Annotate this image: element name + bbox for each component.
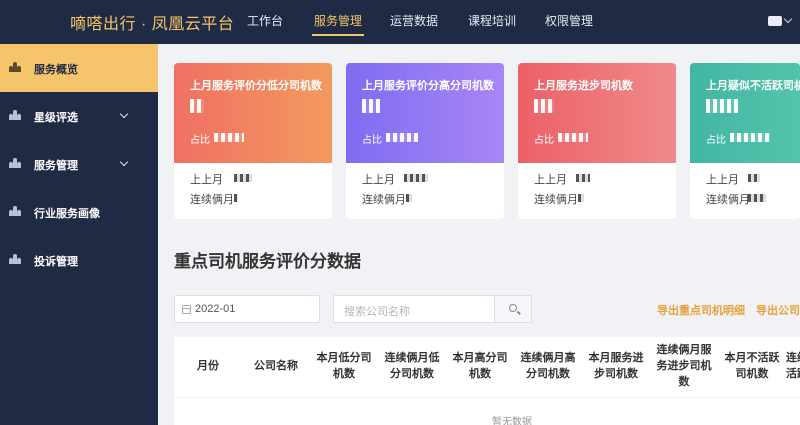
card-header: 上月服务评价分低分司机数 占比 (174, 63, 332, 163)
obscured-ratio (558, 133, 588, 142)
obscured-ratio (730, 133, 770, 142)
column-header: 本月高分司 机数 (452, 352, 508, 380)
prev-month-label: 上上月 (534, 174, 567, 186)
sidebar-item-label: 服务概览 (34, 64, 78, 76)
obscured-value (406, 194, 412, 202)
column-header: 连续俩月服 务进步司机 数 (656, 344, 712, 388)
sidebar-item-industry-portrait[interactable]: 行业服务画像 (0, 188, 158, 236)
search-placeholder: 搜索公司名称 (344, 306, 410, 318)
empty-state-text: 暂无数据 (492, 417, 532, 425)
ratio-label: 占比 (534, 135, 554, 146)
column-header: 本月低分司 机数 (316, 352, 372, 380)
stat-card-low-score: 上月服务评价分低分司机数 占比 上上月 连续俩月 (174, 63, 332, 219)
obscured-value (706, 99, 738, 113)
prev-month-label: 上上月 (362, 174, 395, 186)
ratio-label: 占比 (706, 135, 726, 146)
ratio-label: 占比 (190, 135, 210, 146)
nav-course-training[interactable]: 课程培训 (468, 0, 516, 44)
table-divider (174, 397, 800, 398)
sidebar: 服务概览 星级评选 服务管理 行业服务画像 投诉管理 (0, 44, 158, 425)
card-footer: 上上月 连续俩月 (174, 163, 332, 219)
column-header: 连续俩月低 分司机数 (384, 352, 440, 380)
consecutive-label: 连续俩月 (362, 194, 406, 206)
obscured-value (234, 174, 252, 182)
column-header: 本月服务进 步司机数 (588, 352, 644, 380)
obscured-value (234, 194, 238, 202)
search-icon (509, 304, 517, 312)
company-search-input[interactable]: 搜索公司名称 (333, 295, 495, 323)
column-header: 公司名称 (254, 360, 298, 373)
nav-workbench[interactable]: 工作台 (247, 0, 283, 44)
calendar-icon (182, 305, 191, 314)
users-icon (9, 206, 21, 216)
sidebar-item-service-management[interactable]: 服务管理 (0, 140, 158, 188)
obscured-value (748, 194, 766, 202)
obscured-value (404, 174, 428, 182)
card-title: 上月服务评价分高分司机数 (362, 80, 494, 92)
obscured-value (362, 99, 380, 113)
consecutive-label: 连续俩月 (706, 194, 750, 206)
column-header: 连续俩月高 分司机数 (520, 352, 576, 380)
export-company-stats-link[interactable]: 导出公司统计 (756, 302, 800, 318)
nav-operations-data[interactable]: 运营数据 (390, 0, 438, 44)
users-icon (9, 110, 21, 120)
consecutive-label: 连续俩月 (190, 194, 234, 206)
card-header: 上月服务评价分高分司机数 占比 (346, 63, 504, 163)
chevron-down-icon[interactable] (783, 14, 793, 24)
column-header: 连续 活跃 (786, 352, 800, 380)
card-title: 上月服务进步司机数 (534, 80, 633, 92)
users-icon (9, 158, 21, 168)
card-header: 上月疑似不活跃司机数 占比 (690, 63, 800, 163)
section-title: 重点司机服务评价分数据 (174, 252, 361, 271)
obscured-value (576, 174, 590, 182)
ratio-label: 占比 (362, 135, 382, 146)
obscured-value (534, 99, 554, 113)
prev-month-label: 上上月 (706, 174, 739, 186)
sidebar-item-label: 星级评选 (34, 112, 78, 124)
obscured-value (578, 194, 584, 202)
consecutive-label: 连续俩月 (534, 194, 578, 206)
top-navigation-bar: 嘀嗒出行 · 凤凰云平台 工作台 服务管理 运营数据 课程培训 权限管理 (0, 0, 800, 44)
prev-month-label: 上上月 (190, 174, 223, 186)
sidebar-item-label: 服务管理 (34, 160, 78, 172)
card-header: 上月服务进步司机数 占比 (518, 63, 676, 163)
card-footer: 上上月 连续俩月 (346, 163, 504, 219)
column-header: 月份 (197, 360, 219, 373)
nav-permission-management[interactable]: 权限管理 (545, 0, 593, 44)
stat-card-high-score: 上月服务评价分高分司机数 占比 上上月 连续俩月 (346, 63, 504, 219)
month-picker[interactable]: 2022-01 (174, 295, 320, 323)
sidebar-item-star-selection[interactable]: 星级评选 (0, 92, 158, 140)
sidebar-item-label: 投诉管理 (34, 256, 78, 268)
card-footer: 上上月 连续俩月 (518, 163, 676, 219)
user-avatar[interactable] (768, 16, 782, 26)
chevron-down-icon[interactable] (119, 109, 129, 119)
month-picker-value: 2022-01 (195, 303, 236, 315)
driver-score-table: 月份 公司名称 本月低分司 机数 连续俩月低 分司机数 本月高分司 机数 连续俩… (174, 337, 800, 425)
obscured-value (748, 174, 760, 182)
chevron-down-icon[interactable] (119, 157, 129, 167)
users-icon (9, 62, 21, 72)
users-icon (9, 254, 21, 264)
obscured-ratio (214, 133, 244, 142)
card-title: 上月服务评价分低分司机数 (190, 80, 322, 92)
stat-card-improved: 上月服务进步司机数 占比 上上月 连续俩月 (518, 63, 676, 219)
sidebar-item-service-overview[interactable]: 服务概览 (0, 44, 158, 92)
obscured-ratio (386, 133, 418, 142)
card-footer: 上上月 连续俩月 (690, 163, 800, 219)
sidebar-item-label: 行业服务画像 (34, 208, 100, 220)
column-header: 本月不活跃 司机数 (724, 352, 780, 380)
export-driver-details-link[interactable]: 导出重点司机明细 (657, 302, 745, 318)
sidebar-item-complaint-management[interactable]: 投诉管理 (0, 236, 158, 284)
stat-card-inactive: 上月疑似不活跃司机数 占比 上上月 连续俩月 (690, 63, 800, 219)
card-title: 上月疑似不活跃司机数 (706, 80, 800, 92)
search-button[interactable] (494, 295, 532, 323)
brand-title: 嘀嗒出行 · 凤凰云平台 (70, 16, 235, 33)
nav-service-management[interactable]: 服务管理 (311, 0, 365, 44)
obscured-value (190, 99, 204, 113)
